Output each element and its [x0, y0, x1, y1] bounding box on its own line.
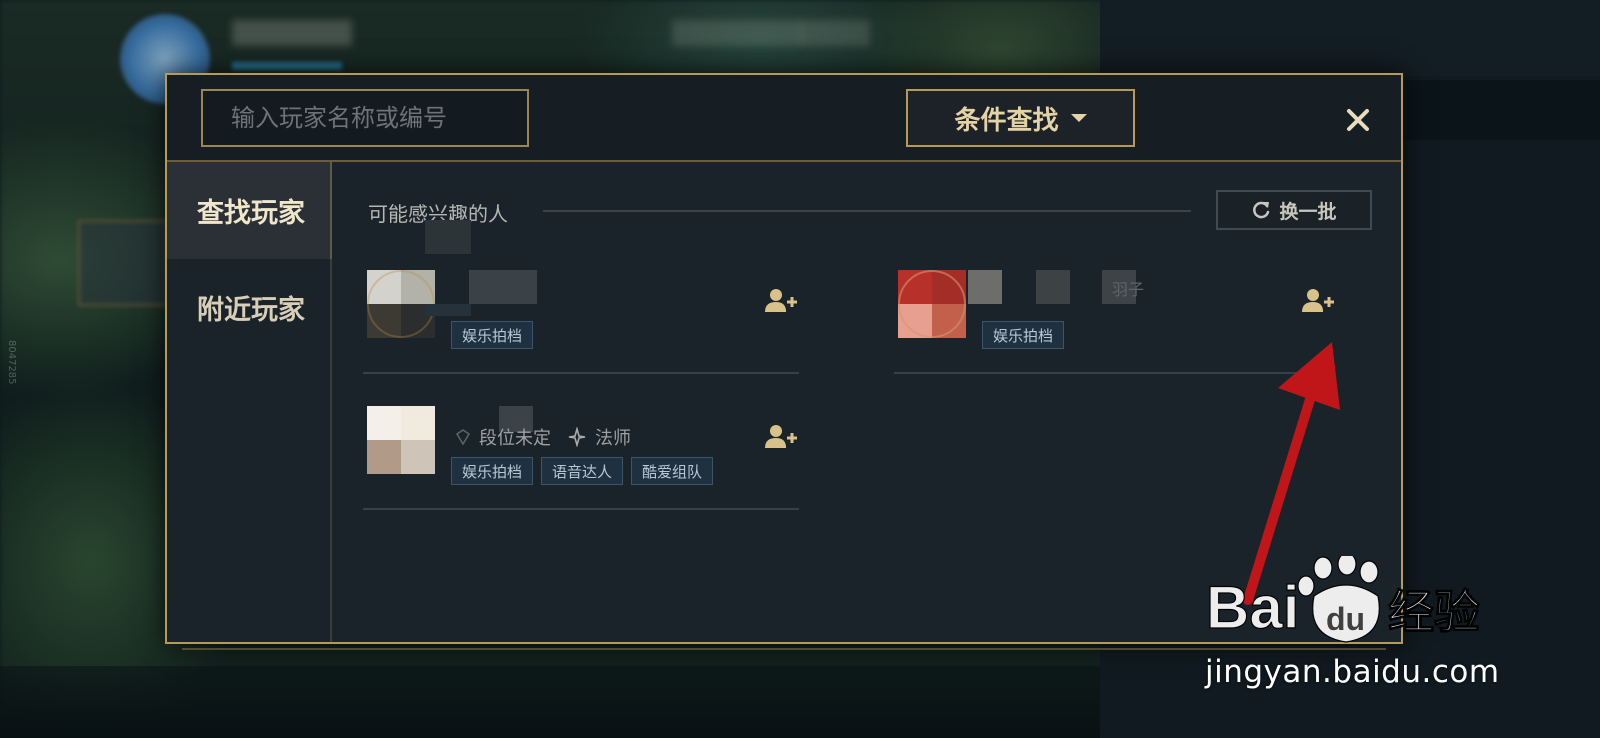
sidebar-item-label: 查找玩家 — [197, 198, 305, 229]
player-role: 法师 — [595, 428, 631, 449]
svg-text:Bai: Bai — [1206, 574, 1299, 641]
watermark-url: jingyan.baidu.com — [1205, 654, 1500, 690]
card-divider — [894, 372, 1330, 374]
dialog-sidebar: 查找玩家 附近玩家 — [167, 162, 332, 642]
player-card[interactable]: 段位未定 法师 娱乐拍档 语音达人 酷爱组队 — [363, 368, 799, 510]
player-name-masked — [1036, 270, 1070, 304]
player-rank: 段位未定 — [479, 428, 551, 449]
player-tag: 娱乐拍档 — [451, 321, 534, 349]
background-side-id: 8047285 — [6, 340, 17, 385]
refresh-button[interactable]: 换一批 — [1216, 190, 1372, 230]
player-card[interactable]: 羽子 娱乐拍档 — [894, 232, 1334, 374]
player-card[interactable]: 娱乐拍档 — [363, 220, 799, 374]
rank-icon — [455, 429, 471, 445]
background-profile-name — [232, 20, 352, 46]
background-level-bar — [232, 62, 342, 70]
add-friend-icon[interactable] — [1302, 288, 1334, 314]
background-currency — [672, 20, 802, 46]
background-bottom-tabs — [0, 666, 1100, 738]
section-divider — [543, 210, 1191, 212]
search-box[interactable] — [201, 89, 531, 147]
background-currency-2 — [800, 20, 870, 46]
player-avatar[interactable] — [367, 406, 435, 474]
card-divider — [363, 508, 799, 510]
player-tag: 语音达人 — [541, 457, 624, 485]
chevron-down-icon — [1070, 114, 1087, 122]
add-friend-icon[interactable] — [765, 288, 797, 314]
condition-search-label: 条件查找 — [954, 105, 1059, 136]
player-name-masked — [469, 270, 537, 304]
search-input[interactable] — [231, 104, 531, 132]
player-tags: 娱乐拍档 — [451, 321, 534, 349]
player-tag: 娱乐拍档 — [451, 457, 534, 485]
player-info-line: 段位未定 法师 — [455, 424, 631, 450]
player-tags: 娱乐拍档 语音达人 酷爱组队 — [451, 457, 714, 485]
player-tag: 酷爱组队 — [631, 457, 714, 485]
background-side-card — [78, 220, 168, 306]
player-avatar[interactable] — [898, 270, 966, 338]
player-name-masked — [968, 270, 1002, 304]
baidu-jingyan-logo: Bai du 经验 — [1206, 556, 1481, 643]
close-icon[interactable] — [1341, 103, 1375, 137]
svg-text:经验: 经验 — [1388, 585, 1480, 639]
condition-search-button[interactable]: 条件查找 — [906, 89, 1135, 147]
sidebar-item-find-player[interactable]: 查找玩家 — [167, 162, 332, 259]
refresh-label: 换一批 — [1279, 200, 1337, 223]
dialog-header: 条件查找 — [167, 75, 1401, 162]
player-tag: 娱乐拍档 — [982, 321, 1065, 349]
player-name-masked — [425, 304, 471, 316]
player-tags: 娱乐拍档 — [982, 321, 1065, 349]
sidebar-item-nearby-players[interactable]: 附近玩家 — [167, 259, 332, 356]
mage-role-icon — [568, 427, 586, 447]
refresh-icon — [1253, 201, 1270, 219]
add-friend-icon[interactable] — [765, 424, 797, 450]
sidebar-item-label: 附近玩家 — [197, 295, 305, 326]
player-name-masked — [425, 220, 471, 254]
svg-text:du: du — [1326, 601, 1365, 637]
player-name-fragment: 羽子 — [1112, 280, 1145, 299]
